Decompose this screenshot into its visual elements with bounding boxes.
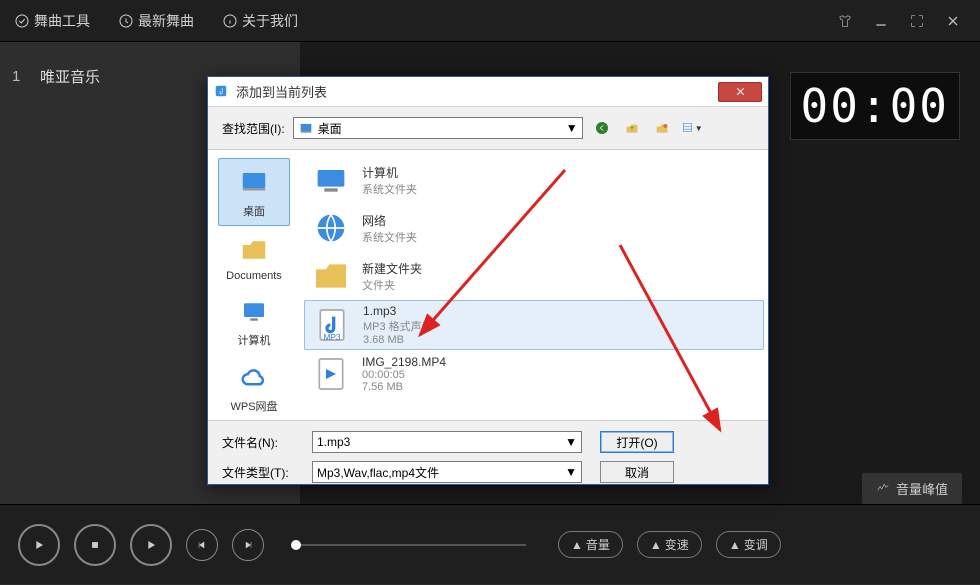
sidebar-item-desktop[interactable]: 桌面: [218, 158, 290, 226]
chevron-down-icon: ▼: [566, 121, 578, 135]
computer-icon: [233, 294, 275, 330]
mp3-icon: MP3: [311, 304, 353, 346]
view-menu-button[interactable]: ▼: [681, 117, 703, 139]
sidebar-item-label: Documents: [226, 270, 282, 282]
menu-label: 最新舞曲: [138, 11, 194, 31]
nav-back-button[interactable]: [591, 117, 613, 139]
menu-item-tools[interactable]: 舞曲工具: [0, 11, 104, 31]
folder-icon: [310, 255, 352, 297]
cancel-button[interactable]: 取消: [600, 461, 674, 483]
music-note-icon: [214, 84, 230, 100]
file-subtitle: 文件夹: [362, 277, 422, 293]
play-button[interactable]: [18, 524, 60, 566]
next-button[interactable]: [232, 529, 264, 561]
speed-pill[interactable]: ▲变速: [637, 531, 702, 558]
menu-label: 舞曲工具: [34, 11, 90, 31]
open-button[interactable]: 打开(O): [600, 431, 674, 453]
file-item[interactable]: IMG_2198.MP400:00:057.56 MB: [304, 350, 764, 398]
nav-up-button[interactable]: [621, 117, 643, 139]
minimize-icon[interactable]: [872, 12, 890, 30]
filetype-combo[interactable]: Mp3,Wav,flac,mp4文件▼: [312, 461, 582, 483]
seek-knob[interactable]: [291, 540, 301, 550]
track-title: 唯亚音乐: [40, 66, 100, 87]
volume-peak-label: 音量峰值: [896, 479, 948, 498]
svg-text:MP3: MP3: [323, 332, 340, 342]
dialog-title: 添加到当前列表: [236, 82, 327, 101]
cloud-icon: [233, 360, 275, 396]
file-subtitle: 系统文件夹: [362, 181, 417, 197]
dialog-close-button[interactable]: [718, 82, 762, 102]
sidebar-item-label: 计算机: [238, 332, 271, 348]
file-item[interactable]: 新建文件夹文件夹: [304, 252, 764, 300]
filename-label: 文件名(N):: [222, 434, 312, 451]
lookin-label: 查找范围(I):: [222, 120, 285, 137]
sidebar-item-label: 桌面: [243, 203, 265, 219]
file-item[interactable]: MP3 1.mp3MP3 格式声音3.68 MB: [304, 300, 764, 350]
volume-peak-button[interactable]: 音量峰值: [862, 473, 962, 504]
fullscreen-icon[interactable]: [908, 12, 926, 30]
file-item[interactable]: 计算机系统文件夹: [304, 156, 764, 204]
computer-icon: [310, 159, 352, 201]
volume-pill[interactable]: ▲音量: [558, 531, 623, 558]
file-size: 7.56 MB: [362, 381, 446, 393]
desktop-icon: [233, 165, 275, 201]
mp4-icon: [310, 353, 352, 395]
file-name: 新建文件夹: [362, 260, 422, 277]
file-name: 计算机: [362, 164, 417, 181]
menu-item-latest[interactable]: 最新舞曲: [104, 11, 208, 31]
file-name: 1.mp3: [363, 304, 433, 318]
filetype-label: 文件类型(T):: [222, 464, 312, 481]
clock-icon: [118, 13, 134, 29]
time-display: 00:00: [790, 72, 960, 140]
file-name: 网络: [362, 212, 417, 229]
sidebar-item-computer[interactable]: 计算机: [218, 288, 290, 354]
lookin-combo[interactable]: 桌面 ▼: [293, 117, 583, 139]
play-button-2[interactable]: [130, 524, 172, 566]
stop-button[interactable]: [74, 524, 116, 566]
file-subtitle: MP3 格式声音: [363, 318, 433, 334]
file-size: 3.68 MB: [363, 334, 433, 346]
track-number: 1: [12, 68, 40, 85]
sidebar-item-folder[interactable]: Documents: [218, 226, 290, 288]
file-name: IMG_2198.MP4: [362, 355, 446, 369]
lookin-value: 桌面: [318, 120, 342, 137]
wrench-icon: [14, 13, 30, 29]
file-open-dialog: 添加到当前列表 查找范围(I): 桌面 ▼ ▼ 桌面 Documents 计算机 WP…: [207, 76, 769, 485]
prev-button[interactable]: [186, 529, 218, 561]
pitch-pill[interactable]: ▲变调: [716, 531, 781, 558]
menu-item-about[interactable]: 关于我们: [208, 11, 312, 31]
new-folder-button[interactable]: [651, 117, 673, 139]
network-icon: [310, 207, 352, 249]
file-subtitle: 00:00:05: [362, 369, 446, 381]
tshirt-icon[interactable]: [836, 12, 854, 30]
filename-input[interactable]: 1.mp3▼: [312, 431, 582, 453]
seek-slider[interactable]: [296, 544, 526, 546]
close-icon[interactable]: [944, 12, 962, 30]
sidebar-item-cloud[interactable]: WPS网盘: [218, 354, 290, 420]
folder-icon: [233, 232, 275, 268]
file-subtitle: 系统文件夹: [362, 229, 417, 245]
menu-label: 关于我们: [242, 11, 298, 31]
file-item[interactable]: 网络系统文件夹: [304, 204, 764, 252]
sidebar-item-label: WPS网盘: [230, 398, 277, 414]
info-icon: [222, 13, 238, 29]
dialog-titlebar[interactable]: 添加到当前列表: [208, 77, 768, 107]
